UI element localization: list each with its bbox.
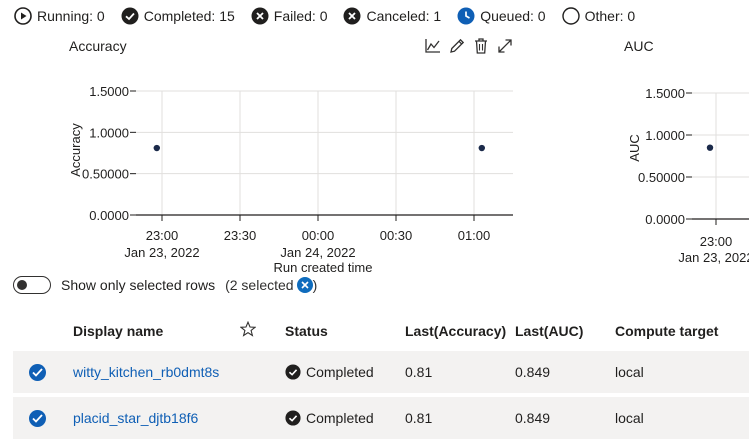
star-icon bbox=[239, 320, 257, 337]
line-chart-button[interactable] bbox=[421, 36, 445, 56]
data-point bbox=[706, 144, 714, 151]
status-other[interactable]: Other: 0 bbox=[561, 7, 636, 25]
runs-table: Display name Status Last(Accuracy) Last(… bbox=[13, 313, 749, 439]
check-circle-icon bbox=[121, 7, 139, 25]
compute-target-value: local bbox=[615, 364, 644, 380]
column-last-auc[interactable]: Last(AUC) bbox=[515, 323, 583, 339]
last-auc-value: 0.849 bbox=[515, 364, 551, 380]
last-accuracy-value: 0.81 bbox=[405, 364, 433, 380]
auc-y-axis-label: AUC bbox=[627, 134, 642, 161]
run-status: Completed bbox=[285, 410, 374, 426]
x-tick-label: 23:00 bbox=[700, 234, 733, 249]
run-name-link[interactable]: placid_star_djtb18f6 bbox=[73, 410, 198, 426]
x-tick-label: 23:30 bbox=[224, 228, 257, 243]
edit-icon bbox=[450, 38, 465, 53]
x-tick-date-label: Jan 23, 2022 bbox=[124, 245, 199, 260]
table-row[interactable]: placid_star_djtb18f6 Completed 0.81 0.84… bbox=[13, 397, 749, 439]
y-tick-label: 1.5000 bbox=[645, 86, 685, 101]
delete-chart-button[interactable] bbox=[469, 36, 493, 56]
x-tick-label: 23:00 bbox=[146, 228, 179, 243]
accuracy-y-axis-label: Accuracy bbox=[68, 123, 83, 177]
show-selected-toggle[interactable] bbox=[13, 276, 51, 294]
x-tick-label: 01:00 bbox=[458, 228, 491, 243]
run-name-link[interactable]: witty_kitchen_rb0dmt8s bbox=[73, 364, 219, 380]
check-circle-icon bbox=[285, 410, 301, 426]
selected-count-text: (2 selected bbox=[225, 277, 294, 293]
column-display-name[interactable]: Display name bbox=[73, 323, 163, 339]
x-tick-label: 00:30 bbox=[380, 228, 413, 243]
run-status-label: Completed bbox=[306, 410, 374, 426]
chart-toolbar bbox=[421, 36, 517, 56]
expand-icon bbox=[498, 39, 512, 53]
y-tick-label: 1.0000 bbox=[645, 128, 685, 143]
row-select-checkbox[interactable] bbox=[29, 364, 46, 381]
close-icon bbox=[300, 281, 309, 289]
play-circle-icon bbox=[14, 7, 32, 25]
status-completed[interactable]: Completed: 15 bbox=[121, 7, 235, 25]
column-status[interactable]: Status bbox=[285, 323, 328, 339]
status-failed-label: Failed: 0 bbox=[273, 8, 328, 24]
delete-icon bbox=[475, 38, 487, 54]
toggle-knob bbox=[17, 279, 27, 290]
status-canceled[interactable]: Canceled: 1 bbox=[343, 7, 441, 25]
data-point bbox=[153, 144, 160, 152]
x-tick-date-label: Jan 23, 2022 bbox=[678, 250, 749, 265]
compute-target-value: local bbox=[615, 410, 644, 426]
line-chart-icon bbox=[425, 39, 440, 53]
favorite-column[interactable] bbox=[239, 320, 257, 340]
y-tick-label: 0.0000 bbox=[645, 212, 685, 227]
x-circle-icon bbox=[251, 7, 269, 25]
clock-circle-icon bbox=[457, 7, 475, 25]
status-queued[interactable]: Queued: 0 bbox=[457, 7, 546, 25]
show-selected-label: Show only selected rows bbox=[61, 277, 216, 293]
status-running-label: Running: 0 bbox=[37, 8, 105, 24]
x-tick-label: 00:00 bbox=[302, 228, 335, 243]
edit-chart-button[interactable] bbox=[445, 36, 469, 56]
accuracy-x-axis-label: Run created time bbox=[274, 260, 373, 275]
y-tick-label: 0.0000 bbox=[89, 208, 129, 223]
table-header: Display name Status Last(Accuracy) Last(… bbox=[13, 313, 749, 347]
status-other-label: Other: 0 bbox=[584, 8, 636, 24]
last-auc-value: 0.849 bbox=[515, 410, 551, 426]
selected-count-close: ) bbox=[312, 277, 318, 293]
row-select-checkbox[interactable] bbox=[29, 410, 46, 427]
checkmark-icon bbox=[32, 368, 43, 377]
expand-chart-button[interactable] bbox=[493, 36, 517, 56]
selected-rows-filter: Show only selected rows (2 selected ) bbox=[13, 276, 317, 294]
cancel-circle-icon bbox=[343, 7, 361, 25]
auc-chart-title: AUC bbox=[624, 38, 654, 54]
status-canceled-label: Canceled: 1 bbox=[366, 8, 442, 24]
checkmark-icon bbox=[32, 414, 43, 423]
status-completed-label: Completed: 15 bbox=[143, 8, 235, 24]
column-last-accuracy[interactable]: Last(Accuracy) bbox=[405, 323, 506, 339]
data-point bbox=[478, 144, 485, 152]
auc-chart: AUC 1.5000 1.0000 0.50000 0.0000 23:00Jan 2… bbox=[627, 86, 749, 265]
status-failed[interactable]: Failed: 0 bbox=[251, 7, 328, 25]
last-accuracy-value: 0.81 bbox=[405, 410, 433, 426]
column-compute-target[interactable]: Compute target bbox=[615, 323, 718, 339]
clear-selection-button[interactable] bbox=[296, 277, 313, 293]
y-tick-label: 0.50000 bbox=[82, 167, 129, 182]
status-running[interactable]: Running: 0 bbox=[14, 7, 105, 25]
accuracy-chart-title: Accuracy bbox=[69, 38, 127, 54]
y-tick-label: 1.5000 bbox=[89, 84, 129, 99]
x-tick-date-label: Jan 24, 2022 bbox=[280, 245, 355, 260]
y-tick-label: 1.0000 bbox=[89, 125, 129, 140]
run-status: Completed bbox=[285, 364, 374, 380]
check-circle-icon bbox=[285, 364, 301, 380]
selected-count: (2 selected ) bbox=[225, 277, 317, 293]
run-status-label: Completed bbox=[306, 364, 374, 380]
accuracy-chart: Accuracy 1.5000 1.0000 0.50000 0.0000 23:00… bbox=[68, 84, 513, 275]
status-queued-label: Queued: 0 bbox=[480, 8, 546, 24]
run-status-summary: Running: 0 Completed: 15 Failed: 0 Cance… bbox=[14, 6, 651, 26]
y-tick-label: 0.50000 bbox=[638, 170, 685, 185]
empty-circle-icon bbox=[561, 7, 580, 25]
table-row[interactable]: witty_kitchen_rb0dmt8s Completed 0.81 0.… bbox=[13, 351, 749, 393]
